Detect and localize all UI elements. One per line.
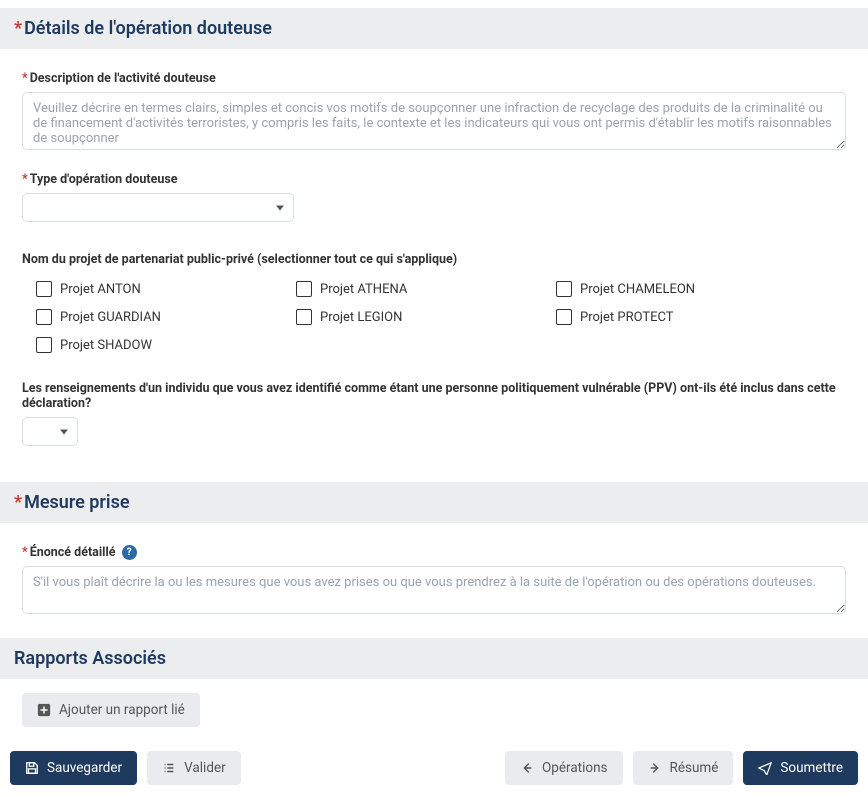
description-textarea[interactable]: [22, 92, 846, 150]
label-pep-question: Les renseignements d'un individu que vou…: [22, 381, 846, 411]
statement-textarea[interactable]: [22, 566, 846, 614]
operations-button[interactable]: Opérations: [505, 751, 623, 785]
section-body-reports: Ajouter un rapport lié: [0, 679, 868, 739]
checkbox-projet-athena[interactable]: Projet ATHENA: [296, 281, 556, 297]
required-star-icon: *: [14, 18, 22, 39]
list-check-icon: [162, 761, 176, 775]
type-select[interactable]: [22, 193, 294, 222]
section-title-details: Détails de l'opération douteuse: [24, 18, 272, 39]
checkbox-projet-shadow[interactable]: Projet SHADOW: [36, 337, 296, 353]
section-header-details: *Détails de l'opération douteuse: [0, 8, 868, 49]
section-title-action: Mesure prise: [24, 492, 129, 513]
plus-square-icon: [37, 703, 51, 717]
label-description: *Description de l'activité douteuse: [22, 71, 846, 86]
checkbox-projet-protect[interactable]: Projet PROTECT: [556, 309, 816, 325]
summary-button[interactable]: Résumé: [633, 751, 734, 785]
help-icon[interactable]: ?: [122, 545, 137, 560]
submit-button[interactable]: Soumettre: [743, 751, 858, 785]
required-star-icon: *: [14, 492, 22, 513]
pep-select[interactable]: [22, 417, 78, 446]
section-header-action: *Mesure prise: [0, 482, 868, 523]
footer-bar: Sauvegarder Valider Opérations Résumé: [0, 739, 868, 797]
section-body-action: *Énoncé détaillé ?: [0, 523, 868, 630]
checkbox-projet-chameleon[interactable]: Projet CHAMELEON: [556, 281, 816, 297]
add-report-button[interactable]: Ajouter un rapport lié: [22, 693, 200, 727]
validate-button[interactable]: Valider: [147, 751, 241, 785]
checkbox-projet-legion[interactable]: Projet LEGION: [296, 309, 556, 325]
label-type: *Type d'opération douteuse: [22, 172, 846, 187]
save-button[interactable]: Sauvegarder: [10, 751, 137, 785]
paper-plane-icon: [758, 761, 772, 775]
section-body-details: *Description de l'activité douteuse *Typ…: [0, 49, 868, 458]
checkbox-projet-guardian[interactable]: Projet GUARDIAN: [36, 309, 296, 325]
checkbox-projet-anton[interactable]: Projet ANTON: [36, 281, 296, 297]
project-checkbox-grid: Projet ANTON Projet ATHENA Projet CHAMEL…: [22, 281, 846, 353]
save-icon: [25, 761, 39, 775]
label-statement: *Énoncé détaillé ?: [22, 545, 846, 560]
label-project-group: Nom du projet de partenariat public-priv…: [22, 252, 846, 267]
arrow-left-icon: [520, 761, 534, 775]
section-header-reports: Rapports Associés: [0, 638, 868, 679]
section-title-reports: Rapports Associés: [14, 648, 166, 669]
arrow-right-icon: [648, 761, 662, 775]
